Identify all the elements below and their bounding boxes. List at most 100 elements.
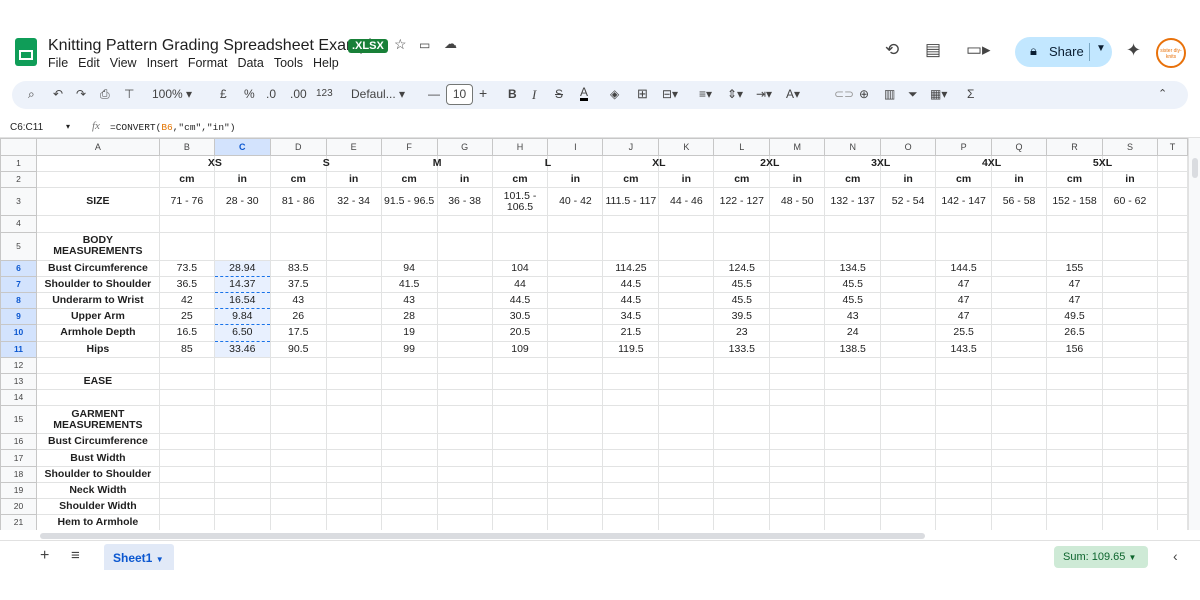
cell[interactable]	[325, 465, 382, 483]
cell[interactable]: Bust Circumference	[35, 433, 160, 451]
row-header[interactable]: 2	[0, 171, 37, 189]
cell[interactable]: 83.5	[269, 259, 327, 277]
cell[interactable]	[1156, 356, 1188, 374]
cell[interactable]	[602, 481, 660, 500]
cell[interactable]	[602, 449, 660, 467]
row-header[interactable]: 14	[0, 389, 37, 407]
cell[interactable]	[935, 231, 993, 261]
cell[interactable]	[491, 372, 549, 391]
cell[interactable]	[213, 433, 271, 451]
cell[interactable]	[547, 308, 604, 326]
row-header[interactable]: 9	[0, 308, 37, 326]
select-all-corner[interactable]	[0, 138, 37, 156]
cell[interactable]	[1156, 215, 1188, 233]
cell[interactable]	[880, 389, 937, 407]
cell[interactable]: 41.5	[380, 275, 438, 293]
cell[interactable]	[880, 231, 937, 261]
cell[interactable]	[436, 308, 493, 326]
cell[interactable]	[769, 356, 826, 374]
cell[interactable]: 25.5	[935, 324, 993, 342]
cell[interactable]: Underarm to Wrist	[35, 291, 160, 310]
cell[interactable]	[269, 514, 327, 530]
cell[interactable]	[547, 291, 604, 310]
row-header[interactable]: 12	[0, 356, 37, 374]
cell[interactable]	[602, 433, 660, 451]
cell[interactable]	[1156, 405, 1188, 435]
menu-file[interactable]: File	[48, 56, 68, 70]
cell[interactable]: 5XL	[1074, 154, 1131, 173]
cell[interactable]: 45.5	[824, 275, 882, 293]
cell[interactable]	[658, 465, 715, 483]
cell[interactable]: cm	[380, 171, 438, 189]
menu-tools[interactable]: Tools	[274, 56, 303, 70]
cell[interactable]	[824, 231, 882, 261]
cell[interactable]	[1156, 372, 1188, 391]
menu-view[interactable]: View	[110, 56, 137, 70]
cell[interactable]	[1046, 449, 1103, 467]
horizontal-scroll-thumb[interactable]	[40, 533, 925, 539]
text-rotation-icon[interactable]: A▾	[786, 87, 800, 101]
undo-icon[interactable]: ↶	[53, 87, 63, 101]
cell[interactable]: 20.5	[491, 324, 549, 342]
vertical-align-icon[interactable]: ⇕▾	[727, 87, 743, 101]
cell[interactable]	[213, 465, 271, 483]
cell[interactable]: SIZE	[35, 187, 160, 217]
cell[interactable]	[491, 514, 549, 530]
cell[interactable]	[602, 497, 660, 516]
cell[interactable]	[991, 291, 1048, 310]
column-header-I[interactable]: I	[547, 138, 604, 156]
cell[interactable]	[436, 291, 493, 310]
cell[interactable]	[491, 481, 549, 500]
cell[interactable]: 36 - 38	[436, 187, 493, 217]
cell[interactable]	[547, 449, 604, 467]
cell[interactable]: Hips	[35, 340, 160, 358]
cell[interactable]: 134.5	[824, 259, 882, 277]
cell[interactable]: Armhole Depth	[35, 324, 160, 342]
cell[interactable]	[935, 497, 993, 516]
cell[interactable]	[213, 231, 271, 261]
document-title[interactable]: Knitting Pattern Grading Spreadsheet Exa…	[48, 37, 381, 55]
cell[interactable]: 152 - 158	[1046, 187, 1103, 217]
increase-font-size-icon[interactable]: +	[479, 85, 487, 101]
cell[interactable]	[158, 372, 215, 391]
row-header[interactable]: 5	[0, 231, 37, 261]
cell[interactable]: 45.5	[713, 275, 771, 293]
cell[interactable]	[658, 215, 715, 233]
cell[interactable]	[713, 465, 771, 483]
cell[interactable]	[325, 259, 382, 277]
cell[interactable]: L	[519, 154, 576, 173]
cell[interactable]	[213, 514, 271, 530]
cell[interactable]	[35, 356, 160, 374]
column-header-B[interactable]: B	[158, 138, 215, 156]
column-header-K[interactable]: K	[658, 138, 715, 156]
menu-data[interactable]: Data	[237, 56, 263, 70]
cell[interactable]	[769, 514, 826, 530]
print-icon[interactable]: ⎙	[100, 87, 110, 102]
column-header-E[interactable]: E	[325, 138, 382, 156]
cell[interactable]	[658, 231, 715, 261]
column-header-M[interactable]: M	[769, 138, 826, 156]
cell[interactable]	[269, 389, 327, 407]
cell[interactable]: 119.5	[602, 340, 660, 358]
collapse-toolbar-icon[interactable]: ⌃	[1158, 87, 1167, 100]
cell[interactable]	[935, 433, 993, 451]
cell[interactable]	[935, 481, 993, 500]
cell[interactable]	[769, 259, 826, 277]
cell[interactable]: 16.5	[158, 324, 215, 342]
cell[interactable]	[935, 514, 993, 530]
cell[interactable]	[824, 449, 882, 467]
cell[interactable]	[158, 405, 215, 435]
cell[interactable]	[436, 449, 493, 467]
cell[interactable]: 14.37	[213, 275, 271, 293]
cell[interactable]: 43	[380, 291, 438, 310]
cell[interactable]	[769, 308, 826, 326]
cell[interactable]: 85	[158, 340, 215, 358]
cell[interactable]: 47	[935, 291, 993, 310]
cell[interactable]	[658, 340, 715, 358]
cell[interactable]: XL	[630, 154, 687, 173]
cell[interactable]	[436, 481, 493, 500]
text-color-icon[interactable]: A	[580, 86, 589, 101]
cell[interactable]	[769, 405, 826, 435]
cell[interactable]	[325, 433, 382, 451]
cell[interactable]	[658, 259, 715, 277]
